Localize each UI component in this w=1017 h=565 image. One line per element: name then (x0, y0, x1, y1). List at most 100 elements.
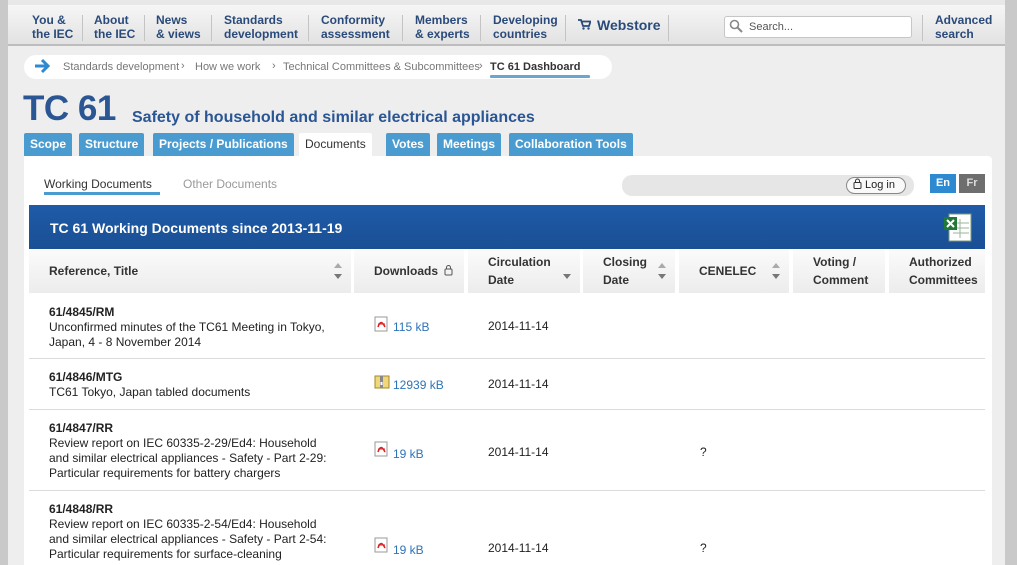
doc-title-line: Unconfirmed minutes of the TC61 Meeting … (49, 320, 325, 334)
nav-divider (402, 15, 403, 41)
nav-members[interactable]: Members & experts (415, 13, 470, 41)
sort-arrows-icon[interactable] (657, 262, 667, 280)
circulation-date: 2014-11-14 (488, 377, 549, 391)
doc-reference[interactable]: 61/4848/RR (49, 502, 113, 516)
table-row: 61/4848/RR Review report on IEC 60335-2-… (29, 491, 985, 565)
cart-icon (578, 19, 592, 33)
sort-arrows-icon[interactable] (771, 262, 781, 280)
download-size-link[interactable]: 115 kB (393, 320, 429, 334)
pdf-icon[interactable] (374, 441, 390, 457)
zip-icon[interactable] (374, 374, 390, 390)
nav-conformity[interactable]: Conformity assessment (321, 13, 390, 41)
login-label: Log in (865, 179, 895, 191)
doc-reference[interactable]: 61/4845/RM (49, 305, 114, 319)
download-size-link[interactable]: 19 kB (393, 447, 424, 461)
doc-title: TC61 Tokyo, Japan tabled documents (49, 385, 349, 400)
subtab-working-documents[interactable]: Working Documents (44, 177, 152, 191)
col-label: Date (603, 273, 630, 287)
cenelec-status: ? (700, 445, 707, 459)
sort-down-icon[interactable] (562, 262, 572, 280)
breadcrumb-standards-development[interactable]: Standards development (63, 61, 179, 73)
nav-developing[interactable]: Developing countries (493, 13, 558, 41)
tab-collaboration-tools[interactable]: Collaboration Tools (509, 133, 633, 156)
nav-divider (144, 15, 145, 41)
nav-label: About (94, 13, 129, 27)
tab-meetings[interactable]: Meetings (437, 133, 502, 156)
nav-label: & views (156, 27, 201, 41)
doc-reference[interactable]: 61/4847/RR (49, 421, 113, 435)
col-head-voting-comment: Voting / Comment (793, 249, 885, 293)
page-subtitle: Safety of household and similar electric… (132, 109, 535, 126)
doc-title: Review report on IEC 60335-2-54/Ed4: Hou… (49, 517, 349, 562)
col-head-downloads: Downloads (354, 249, 464, 293)
doc-title-line: Particular requirements for battery char… (49, 466, 281, 480)
tab-documents[interactable]: Documents (299, 133, 372, 157)
cenelec-status: ? (700, 541, 707, 555)
nav-label: News (156, 13, 188, 27)
search-input[interactable] (749, 19, 907, 35)
download-size-link[interactable]: 19 kB (393, 543, 424, 557)
tab-projects-publications[interactable]: Projects / Publications (153, 133, 294, 156)
nav-label: You & (32, 13, 66, 27)
top-nav: You & the IEC About the IEC News & views… (8, 0, 1005, 46)
col-label: Authorized (909, 255, 972, 269)
nav-divider (480, 15, 481, 41)
doc-title: Unconfirmed minutes of the TC61 Meeting … (49, 320, 349, 350)
nav-label: development (224, 27, 299, 41)
pdf-icon[interactable] (374, 537, 390, 553)
col-label: Date (488, 273, 515, 287)
nav-standards[interactable]: Standards development (224, 13, 298, 41)
lock-icon (444, 265, 453, 276)
col-label: Committees (909, 273, 978, 287)
nav-label: & experts (415, 27, 470, 41)
breadcrumb-current: TC 61 Dashboard (490, 61, 581, 73)
doc-title-line: Review report on IEC 60335-2-54/Ed4: Hou… (49, 517, 317, 531)
login-button[interactable]: Log in (846, 177, 906, 194)
col-head-reference[interactable]: Reference, Title (29, 249, 351, 293)
nav-label: Developing (493, 13, 558, 27)
nav-label: search (935, 27, 974, 41)
col-label: Downloads (374, 262, 453, 280)
nav-divider (82, 15, 83, 41)
lang-fr-button[interactable]: Fr (959, 174, 985, 193)
breadcrumb-underline (490, 75, 590, 78)
table-title: TC 61 Working Documents since 2013-11-19 (50, 220, 343, 236)
breadcrumb: Standards development › How we work › Te… (24, 55, 612, 79)
nav-you-and-iec[interactable]: You & the IEC (32, 13, 73, 41)
circulation-date: 2014-11-14 (488, 319, 549, 333)
nav-news[interactable]: News & views (156, 13, 201, 41)
nav-advanced-search[interactable]: Advanced search (935, 13, 992, 41)
col-head-cenelec[interactable]: CENELEC (679, 249, 789, 293)
breadcrumb-technical-committees[interactable]: Technical Committees & Subcommittees (283, 61, 480, 73)
arrow-right-icon (35, 58, 51, 74)
search-icon[interactable] (729, 19, 743, 33)
col-head-closing-date[interactable]: Closing Date (583, 249, 675, 293)
nav-label: the IEC (94, 27, 136, 41)
tab-votes[interactable]: Votes (386, 133, 430, 156)
doc-title-line: TC61 Tokyo, Japan tabled documents (49, 385, 251, 399)
circulation-date: 2014-11-14 (488, 445, 549, 459)
doc-reference[interactable]: 61/4846/MTG (49, 370, 122, 384)
tab-scope[interactable]: Scope (24, 133, 73, 156)
nav-about-iec[interactable]: About the IEC (94, 13, 135, 41)
doc-title-line: Japan, 4 - 8 November 2014 (49, 335, 202, 349)
documents-panel: Working Documents Other Documents Log in… (24, 156, 992, 565)
col-label: CENELEC (699, 264, 757, 278)
col-label: Reference, Title (49, 264, 139, 278)
nav-label: Advanced (935, 13, 993, 27)
lang-en-button[interactable]: En (930, 174, 956, 193)
subtab-other-documents[interactable]: Other Documents (183, 177, 277, 191)
chevron-right-icon: › (181, 60, 185, 72)
excel-export-icon[interactable] (943, 211, 973, 243)
login-bar: Log in (622, 175, 914, 196)
breadcrumb-how-we-work[interactable]: How we work (195, 61, 260, 73)
sort-arrows-icon[interactable] (333, 262, 343, 280)
col-label: Closing (603, 255, 647, 269)
tab-structure[interactable]: Structure (79, 133, 145, 156)
pdf-icon[interactable] (374, 316, 390, 332)
search-box (724, 16, 912, 38)
nav-webstore[interactable]: Webstore (578, 17, 661, 33)
col-head-circulation-date[interactable]: Circulation Date (468, 249, 580, 293)
col-label: Comment (813, 273, 869, 287)
download-size-link[interactable]: 12939 kB (393, 378, 444, 392)
